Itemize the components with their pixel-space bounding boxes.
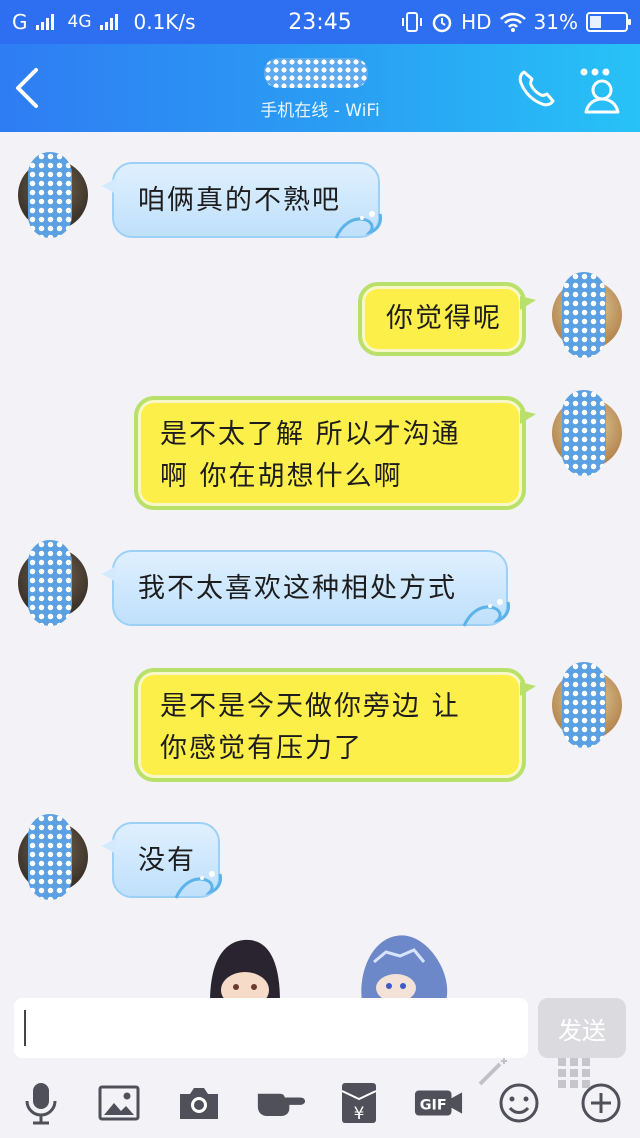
peeking-characters	[210, 935, 448, 1002]
message-bubble-self[interactable]: 是不是今天做你旁边 让 你感觉有压力了	[134, 668, 536, 782]
emoji-icon	[499, 1083, 539, 1123]
network-speed: 0.1K/s	[133, 10, 196, 34]
profile-icon[interactable]	[576, 66, 626, 116]
carrier-label: G	[12, 10, 28, 34]
gif-label: GIF	[420, 1098, 447, 1114]
chat-area[interactable]: 咱俩真的不熟吧 你觉得呢 是不太了解 所以才沟通 啊 你在胡想什么啊 我不太喜欢…	[0, 132, 640, 1002]
avatar[interactable]	[18, 814, 88, 900]
avatar[interactable]	[18, 152, 88, 238]
text-caret	[24, 1010, 26, 1046]
avatar-redaction	[562, 390, 606, 476]
message-text: 是不太了解 所以才沟通 啊 你在胡想什么啊	[160, 419, 461, 492]
keypad-icon[interactable]	[556, 1056, 592, 1090]
message-bubble-self[interactable]: 是不太了解 所以才沟通 啊 你在胡想什么啊	[134, 396, 536, 510]
image-button[interactable]	[94, 1078, 144, 1128]
wifi-icon	[499, 12, 526, 32]
bubble-tail	[102, 838, 116, 854]
wave-decoration-icon	[462, 599, 510, 627]
vibrate-icon	[402, 12, 423, 32]
avatar-self[interactable]	[552, 272, 622, 358]
battery-level-fill	[590, 16, 601, 28]
avatar-redaction	[28, 152, 72, 238]
bubble-tail	[520, 410, 536, 424]
avatar-redaction	[562, 662, 606, 748]
camera-button[interactable]	[174, 1078, 224, 1128]
avatar-self[interactable]	[552, 662, 622, 748]
red-packet-symbol: ¥	[354, 1104, 365, 1124]
battery-percent: 31%	[533, 10, 578, 34]
message-bubble[interactable]: 我不太喜欢这种相处方式	[102, 550, 510, 627]
message-text: 我不太喜欢这种相处方式	[138, 573, 457, 604]
signal-icon-2	[99, 14, 118, 30]
bubble-tail	[520, 296, 536, 310]
wave-decoration-icon	[334, 211, 382, 239]
chat-header: 手机在线 - WiFi	[0, 44, 640, 132]
poke-button[interactable]	[256, 1078, 306, 1128]
gif-icon: GIF	[414, 1090, 463, 1116]
phone-icon[interactable]	[514, 66, 560, 112]
network-label: 4G	[67, 12, 92, 32]
gif-button[interactable]: GIF	[414, 1078, 464, 1128]
knight-character-icon	[361, 935, 448, 1002]
boy-character-icon	[210, 939, 280, 1002]
status-bar: G 4G 0.1K/s 23:45 HD 31%	[0, 0, 640, 44]
message-bubble-self[interactable]: 你觉得呢	[358, 282, 536, 356]
bubble-tail	[102, 178, 116, 194]
status-left: G 4G 0.1K/s	[12, 10, 196, 34]
hd-label: HD	[461, 10, 492, 34]
message-text: 咱俩真的不熟吧	[138, 185, 341, 216]
hand-icon	[257, 1093, 306, 1116]
red-packet-button[interactable]: ¥	[334, 1078, 384, 1128]
message-bubble[interactable]: 咱俩真的不熟吧	[102, 162, 382, 239]
microphone-icon	[25, 1083, 57, 1125]
avatar-self[interactable]	[552, 390, 622, 476]
message-text: 是不是今天做你旁边 让 你感觉有压力了	[160, 691, 461, 764]
red-packet-icon: ¥	[341, 1083, 377, 1124]
magic-wand-icon[interactable]	[478, 1056, 512, 1086]
avatar[interactable]	[18, 540, 88, 626]
avatar-redaction	[28, 814, 72, 900]
status-right: HD 31%	[401, 10, 631, 34]
wave-decoration-icon	[174, 871, 222, 899]
message-text: 你觉得呢	[386, 303, 502, 334]
camera-icon	[180, 1088, 218, 1119]
battery-icon	[586, 12, 631, 32]
alarm-icon	[432, 13, 452, 33]
message-bubble[interactable]: 没有	[102, 822, 222, 899]
contact-name-redacted[interactable]	[264, 58, 368, 88]
composer: 发送	[0, 998, 640, 1062]
input-toolbar: ¥ GIF	[0, 1058, 640, 1138]
send-button[interactable]: 发送	[538, 998, 626, 1058]
avatar-redaction	[28, 540, 72, 626]
microphone-button[interactable]	[16, 1078, 66, 1128]
image-icon	[98, 1085, 140, 1121]
charging-bolt-icon	[602, 15, 611, 29]
bubble-tail	[102, 566, 116, 582]
bubble-tail	[520, 682, 536, 696]
avatar-redaction	[562, 272, 606, 358]
signal-icon	[35, 14, 54, 30]
message-input[interactable]	[14, 998, 528, 1058]
